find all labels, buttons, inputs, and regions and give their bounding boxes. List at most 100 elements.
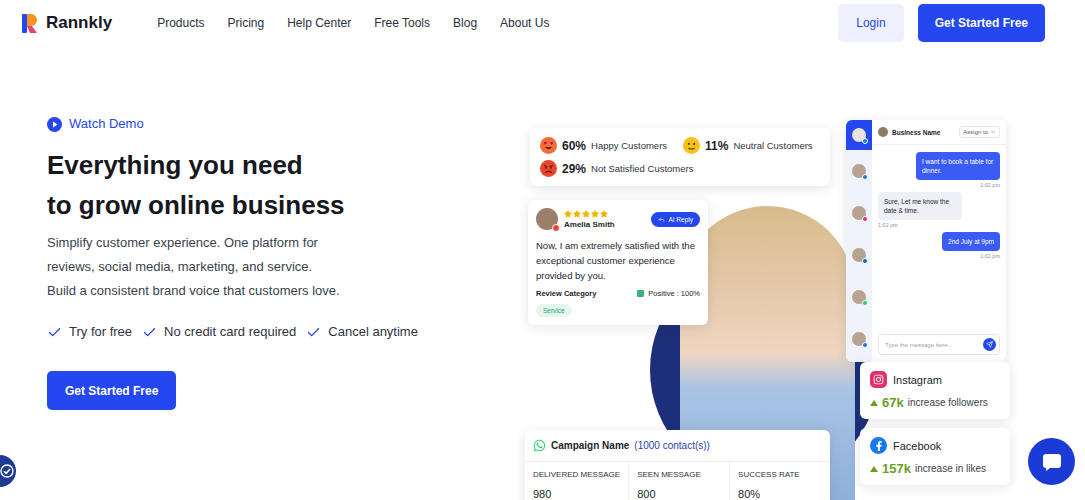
play-icon — [47, 117, 62, 132]
hero-visual: 60%Happy Customers 11% Neutral Customers 29… — [520, 46, 1085, 500]
social-stat: 157kincrease in likes — [870, 461, 1000, 476]
nav-link[interactable]: Help Center — [287, 16, 351, 30]
get-started-button[interactable]: Get Started Free — [918, 4, 1045, 42]
star-icon — [591, 210, 599, 218]
whatsapp-icon — [533, 439, 546, 452]
star-icon — [564, 210, 572, 218]
neutral-face-icon — [683, 137, 700, 154]
login-button[interactable]: Login — [838, 4, 903, 42]
sentiment-label: Not Satisfied Customers — [591, 163, 693, 174]
logo-mark-icon — [22, 14, 37, 33]
nav-actions: Login Get Started Free — [838, 4, 1045, 42]
review-header: Amelia SmithAI Reply — [536, 208, 700, 230]
sentiment-card: 60%Happy Customers 11% Neutral Customers 29… — [530, 128, 830, 186]
chevron-down-icon — [990, 129, 996, 135]
hero-description-line: Simplify customer experience. One platfo… — [47, 231, 340, 255]
nav-link[interactable]: Free Tools — [374, 16, 430, 30]
nav-link[interactable]: Products — [157, 16, 204, 30]
social-network: Facebook — [870, 437, 1000, 454]
campaign-stat: DELIVERED MESSAGE 980 — [525, 462, 628, 500]
campaign-stats: DELIVERED MESSAGE 980 SEEN MESSAGE800SUCCE… — [525, 461, 830, 500]
nav-link[interactable]: About Us — [500, 16, 549, 30]
message: I want to book a table for dinner. 1:02 p… — [878, 152, 1000, 188]
message-bubble: I want to book a table for dinner. — [916, 152, 1000, 180]
chat-header: Business NameAssign to — [872, 120, 1006, 145]
contact-item[interactable] — [846, 282, 872, 312]
campaign-contacts: (1000 contact(s)) — [634, 440, 710, 451]
hero-get-started-button[interactable]: Get Started Free — [47, 371, 176, 410]
channel-badge-icon — [862, 258, 868, 264]
star-icon — [582, 210, 590, 218]
star-icon — [573, 210, 581, 218]
message-bubble: Sure, Let me know the date & time. — [878, 192, 962, 220]
sentiment-label: Happy Customers — [591, 140, 667, 151]
logo[interactable]: Rannkly — [22, 13, 112, 33]
sentiment-item: 60%Happy Customers — [540, 137, 667, 154]
channel-badge-icon — [862, 342, 868, 348]
top-nav: Rannkly Products Pricing Help Center Free To… — [0, 0, 1085, 46]
angry-face-icon — [540, 160, 557, 177]
message-input-row — [878, 334, 1000, 355]
campaign-stat: SUCCESS RATE80% — [729, 462, 830, 500]
channel-badge-icon — [862, 138, 868, 144]
social-label: increase in likes — [915, 463, 986, 474]
business-avatar — [878, 127, 888, 137]
accessibility-check-icon — [0, 464, 14, 478]
review-tag[interactable]: Service — [536, 304, 572, 317]
message-time: 1:02 pm — [878, 222, 898, 228]
channel-badge-icon — [862, 300, 868, 306]
sentiment-percent: 11% — [705, 139, 728, 153]
increase-arrow-icon — [870, 400, 878, 406]
instagram-icon — [870, 371, 887, 388]
sentiment-percent: 29% — [562, 162, 586, 176]
contact-item[interactable] — [846, 240, 872, 270]
contact-item[interactable] — [846, 156, 872, 186]
message-time: 1:02 pm — [980, 182, 1000, 188]
contact-item[interactable] — [846, 120, 872, 150]
hero-description-line: Build a consistent brand voice that cust… — [47, 279, 340, 303]
social-stat: 67kincrease followers — [870, 395, 1000, 410]
campaign-stat-value: 980 — [533, 488, 620, 500]
contact-avatar — [852, 290, 866, 304]
campaign-stat: SEEN MESSAGE800 — [628, 462, 729, 500]
ai-reply-button[interactable]: AI Reply — [651, 212, 700, 227]
watch-demo-link[interactable]: Watch Demo — [47, 116, 144, 132]
nav-link[interactable]: Blog — [453, 16, 477, 30]
sentiment-label: Neutral Customers — [733, 140, 812, 151]
review-category-row: Review CategoryPositive : 100% — [536, 289, 700, 298]
campaign-stat-value: 800 — [637, 488, 721, 500]
campaign-stat-value: 80% — [738, 488, 822, 500]
channel-badge-icon — [862, 216, 868, 222]
chat-bubble-icon — [1042, 452, 1062, 472]
hero-title-line: Everything you need — [47, 145, 345, 185]
message-input[interactable] — [885, 342, 979, 348]
message: Sure, Let me know the date & time. 1:02 p… — [878, 192, 1000, 228]
sentiment-item: 11% Neutral Customers — [683, 137, 813, 154]
contact-item[interactable] — [846, 324, 872, 354]
send-button[interactable] — [983, 338, 996, 351]
logo-text[interactable]: Rannkly — [46, 13, 112, 33]
campaign-card: Campaign Name(1000 contact(s))DELIVERED … — [525, 430, 830, 500]
nav-menu: Products Pricing Help Center Free Tools Blog… — [157, 16, 549, 30]
contact-item[interactable] — [846, 198, 872, 228]
chat-launcher-button[interactable] — [1028, 438, 1075, 485]
channel-badge-icon — [862, 174, 868, 180]
social-label: increase followers — [908, 397, 988, 408]
contact-avatar — [852, 332, 866, 346]
contact-avatar — [852, 206, 866, 220]
send-icon — [986, 341, 993, 348]
hero-title-line: to grow online business — [47, 185, 345, 225]
google-badge-icon — [552, 224, 560, 232]
social-card: Facebook 157kincrease in likes — [860, 428, 1010, 485]
campaign-stat-label: DELIVERED MESSAGE — [533, 470, 620, 479]
assign-dropdown[interactable]: Assign to — [959, 126, 1000, 138]
check-icon — [142, 325, 157, 340]
hero-title: Everything you needto grow online busine… — [47, 145, 345, 225]
social-network: Instagram — [870, 371, 1000, 388]
nav-link[interactable]: Pricing — [228, 16, 265, 30]
campaign-header: Campaign Name(1000 contact(s)) — [525, 430, 830, 461]
accessibility-button[interactable] — [0, 455, 16, 487]
message-time: 1:02 pm — [980, 253, 1000, 259]
contact-avatar — [852, 248, 866, 262]
message-bubble: 2nd July at 9pm — [942, 232, 1000, 251]
